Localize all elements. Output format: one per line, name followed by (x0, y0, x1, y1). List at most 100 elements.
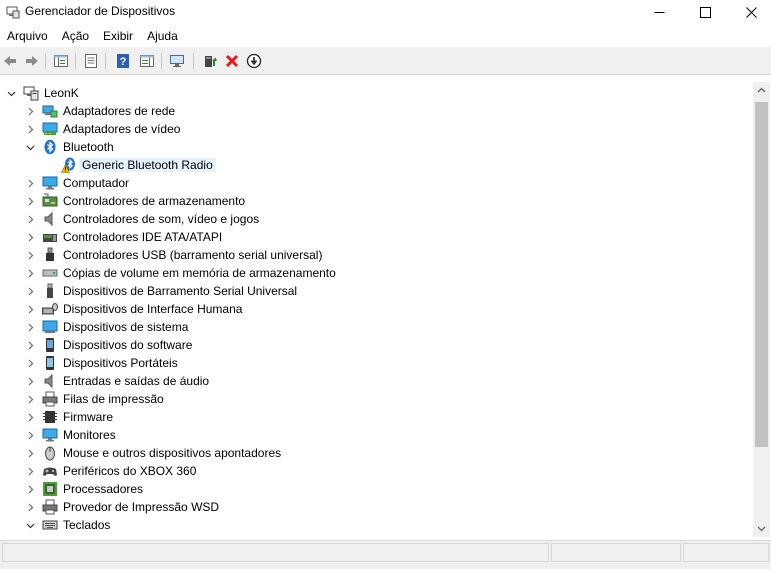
vertical-scrollbar[interactable] (753, 82, 770, 537)
tree-item-label: Adaptadores de vídeo (63, 122, 181, 136)
expander[interactable] (23, 482, 37, 496)
forward-button[interactable] (22, 51, 42, 71)
tree-item-label: Entradas e saídas de áudio (63, 374, 210, 388)
tree-item-label: Dispositivos de Barramento Serial Univer… (63, 284, 298, 298)
tree-category[interactable]: Computador (0, 174, 753, 192)
properties-button[interactable] (81, 51, 101, 71)
expander[interactable] (23, 212, 37, 226)
expander[interactable] (23, 374, 37, 388)
tree-category[interactable]: Dispositivos Portáteis (0, 354, 753, 372)
tree-category[interactable]: Provedor de Impressão WSD (0, 498, 753, 516)
tree-item-label: Provedor de Impressão WSD (63, 500, 220, 514)
tree-category[interactable]: Dispositivos do software (0, 336, 753, 354)
show-hide-tree-button[interactable] (51, 51, 71, 71)
close-button[interactable] (728, 0, 771, 25)
expander[interactable] (23, 392, 37, 406)
expander[interactable] (23, 284, 37, 298)
menu-bar: Arquivo Ação Exibir Ajuda (0, 25, 771, 47)
scroll-down-button[interactable] (753, 520, 770, 537)
expander[interactable] (23, 176, 37, 190)
expander[interactable] (23, 140, 37, 154)
expander[interactable] (23, 302, 37, 316)
expander[interactable] (23, 122, 37, 136)
expander[interactable] (23, 248, 37, 262)
usb-device-icon (42, 283, 58, 299)
tree-category[interactable]: Monitores (0, 426, 753, 444)
expander[interactable] (23, 266, 37, 280)
tree-item-label: Monitores (63, 428, 116, 442)
tree-category[interactable]: Mouse e outros dispositivos apontadores (0, 444, 753, 462)
expander[interactable] (23, 446, 37, 460)
tree-category[interactable]: Firmware (0, 408, 753, 426)
audio-io-icon (42, 373, 58, 389)
status-cell (683, 543, 769, 562)
tree-category[interactable]: Adaptadores de rede (0, 102, 753, 120)
tree-root[interactable]: LeonK (0, 84, 753, 102)
scroll-thumb[interactable] (755, 102, 768, 447)
device-tree: LeonK Adaptadores de rede Adaptadores de v… (0, 82, 753, 537)
disable-device-button[interactable] (244, 51, 264, 71)
expander[interactable] (23, 194, 37, 208)
window-bottom-edge (0, 563, 771, 569)
chevron-right-icon (28, 431, 33, 439)
tree-item-label: Teclados (63, 518, 111, 532)
expander[interactable] (23, 464, 37, 478)
expander[interactable] (23, 338, 37, 352)
tree-category[interactable]: Bluetooth (0, 138, 753, 156)
tree-category[interactable]: Controladores IDE ATA/ATAPI (0, 228, 753, 246)
uninstall-device-button[interactable] (222, 51, 242, 71)
monitor-icon (42, 427, 58, 443)
maximize-button[interactable] (682, 0, 728, 25)
tree-category[interactable]: Controladores de armazenamento (0, 192, 753, 210)
back-button[interactable] (0, 51, 20, 71)
update-driver-button[interactable] (200, 51, 220, 71)
chevron-right-icon (28, 125, 33, 133)
help-button[interactable]: ? (113, 51, 133, 71)
tree-category[interactable]: Adaptadores de vídeo (0, 120, 753, 138)
tree-item-label: Bluetooth (63, 140, 114, 154)
expander[interactable] (23, 518, 37, 532)
action-pane-button[interactable] (137, 51, 157, 71)
menu-help[interactable]: Ajuda (140, 25, 185, 47)
tree-category[interactable]: Dispositivos de sistema (0, 318, 753, 336)
tree-category[interactable]: Teclados (0, 516, 753, 534)
menu-action[interactable]: Ação (55, 25, 96, 47)
chevron-down-icon (7, 91, 15, 96)
tree-category[interactable]: Periféricos do XBOX 360 (0, 462, 753, 480)
expander[interactable] (23, 500, 37, 514)
tree-category[interactable]: Dispositivos de Barramento Serial Univer… (0, 282, 753, 300)
properties-icon (85, 54, 97, 68)
tree-category[interactable]: Controladores USB (barramento serial uni… (0, 246, 753, 264)
minimize-icon (654, 12, 664, 13)
minimize-button[interactable] (636, 0, 682, 25)
expander[interactable] (4, 86, 18, 100)
tree-category[interactable]: Controladores de som, vídeo e jogos (0, 210, 753, 228)
tree-category[interactable]: Processadores (0, 480, 753, 498)
tree-device[interactable]: Generic Bluetooth Radio (0, 156, 753, 174)
scroll-up-button[interactable] (753, 82, 770, 99)
expander[interactable] (23, 410, 37, 424)
tree-category[interactable]: Cópias de volume em memória de armazenam… (0, 264, 753, 282)
expander[interactable] (23, 230, 37, 244)
network-adapter-icon (42, 103, 58, 119)
tree-item-label: Mouse e outros dispositivos apontadores (63, 446, 282, 460)
scan-hardware-button[interactable] (167, 51, 187, 71)
gamepad-icon (42, 463, 58, 479)
hid-icon (42, 301, 58, 317)
disable-device-icon (246, 53, 262, 69)
device-manager-icon (6, 5, 20, 19)
menu-file[interactable]: Arquivo (0, 25, 55, 47)
expander[interactable] (23, 320, 37, 334)
title-bar: Gerenciador de Dispositivos (0, 0, 771, 25)
expander[interactable] (23, 428, 37, 442)
tree-category[interactable]: Entradas e saídas de áudio (0, 372, 753, 390)
computer-icon (42, 175, 58, 191)
expander[interactable] (23, 104, 37, 118)
tree-item-label: Firmware (63, 410, 113, 424)
tree-category[interactable]: Dispositivos de Interface Humana (0, 300, 753, 318)
chevron-right-icon (28, 359, 33, 367)
tree-item-label: Adaptadores de rede (63, 104, 176, 118)
menu-view[interactable]: Exibir (96, 25, 140, 47)
expander[interactable] (23, 356, 37, 370)
tree-category[interactable]: Filas de impressão (0, 390, 753, 408)
